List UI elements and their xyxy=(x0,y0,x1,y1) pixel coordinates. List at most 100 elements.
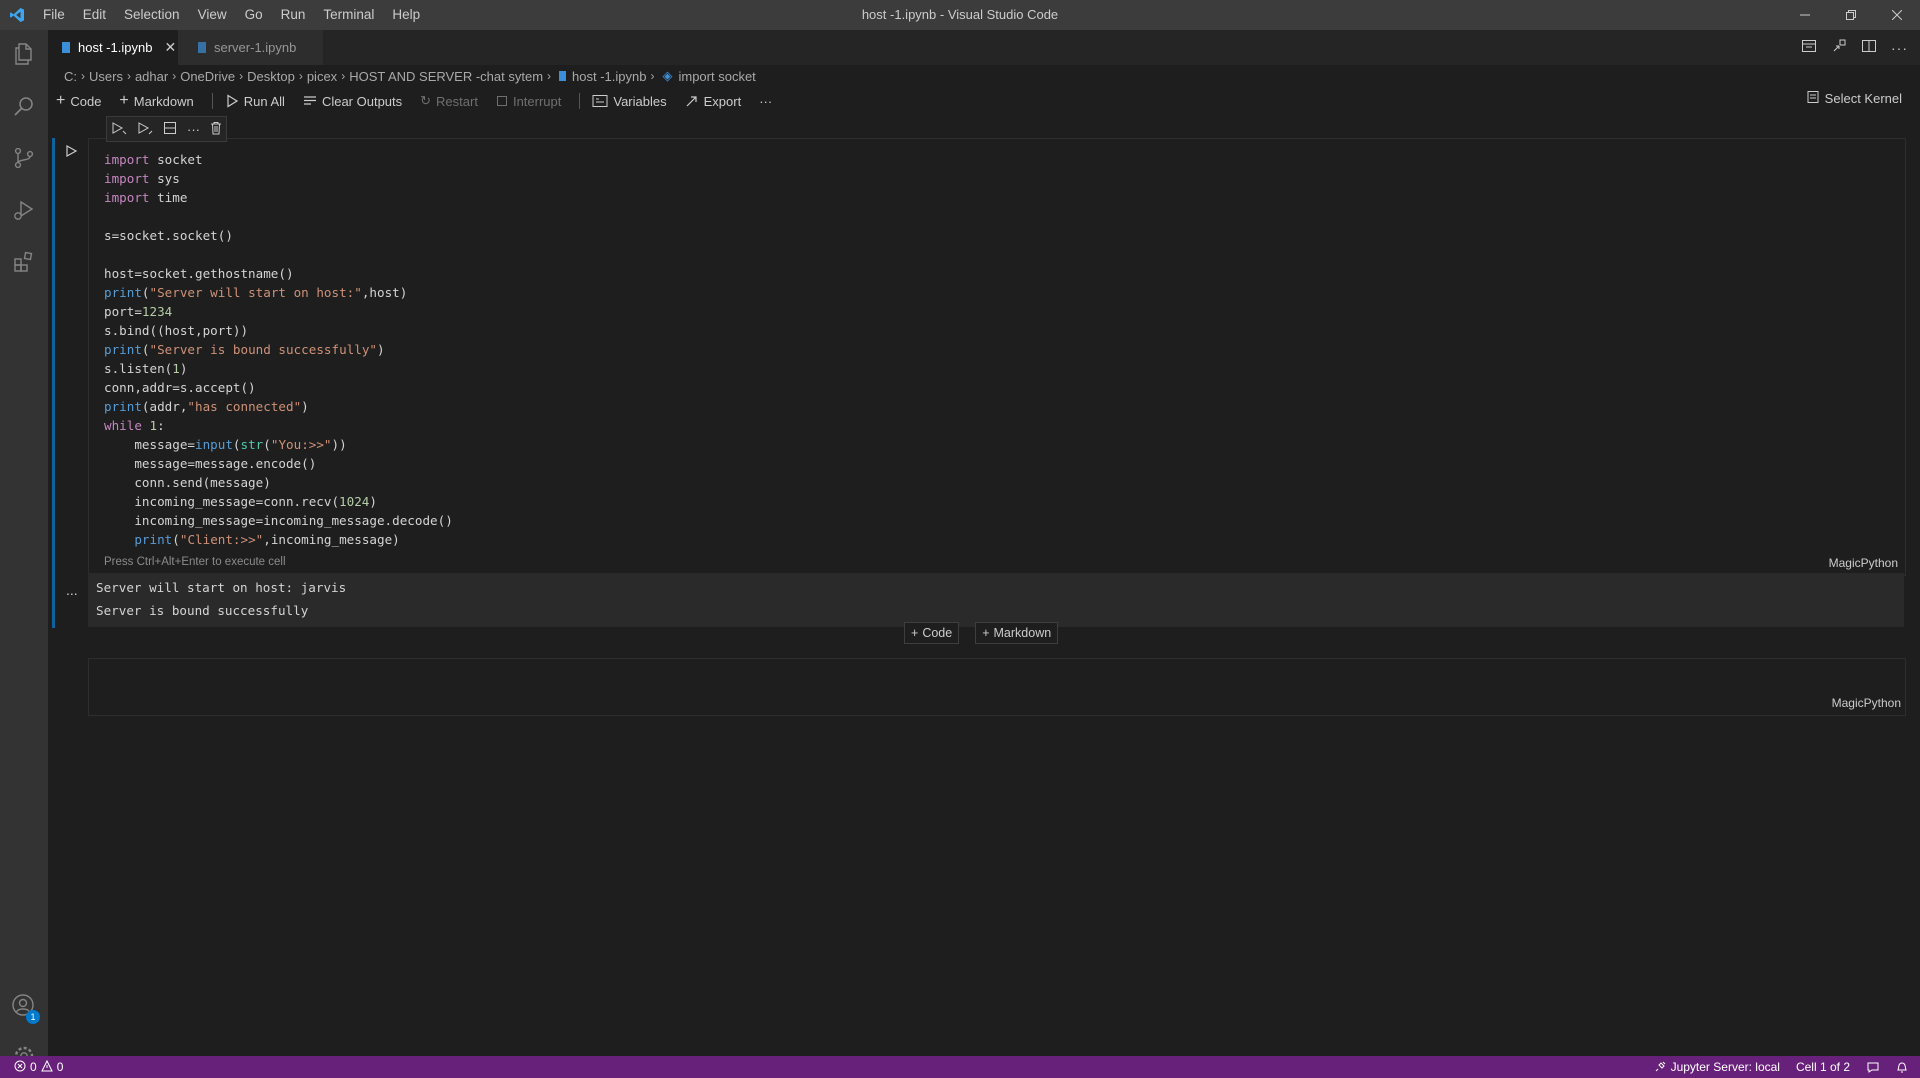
plus-icon: + xyxy=(911,626,919,640)
restore-button[interactable] xyxy=(1828,0,1874,30)
close-window-button[interactable] xyxy=(1874,0,1920,30)
chevron-right-icon: › xyxy=(341,69,346,83)
search-icon[interactable] xyxy=(0,82,48,130)
clear-outputs-button[interactable]: Clear Outputs xyxy=(303,94,402,109)
menu-selection[interactable]: Selection xyxy=(115,0,189,30)
window-controls xyxy=(1782,0,1920,30)
accounts-icon[interactable]: 1 xyxy=(0,982,48,1030)
add-markdown-cell-button[interactable]: + Markdown xyxy=(119,92,193,110)
close-tab-icon[interactable]: ✕ xyxy=(164,39,176,56)
tab-server-1[interactable]: server-1.ipynb xyxy=(178,30,323,65)
menu-terminal[interactable]: Terminal xyxy=(314,0,383,30)
restart-button[interactable]: ↻ Restart xyxy=(420,93,478,109)
editor-tab-bar: host -1.ipynb ✕ server-1.ipynb ··· xyxy=(48,30,1920,65)
plus-icon: + xyxy=(982,626,990,640)
notebook-layout-icon[interactable] xyxy=(1801,38,1817,57)
chevron-right-icon: › xyxy=(298,69,303,83)
ellipsis-icon: ··· xyxy=(759,93,773,109)
run-cell-button[interactable] xyxy=(64,144,78,161)
plus-icon: + xyxy=(56,92,66,109)
stop-icon xyxy=(496,95,508,107)
variables-icon xyxy=(592,94,608,108)
extensions-icon[interactable] xyxy=(0,238,48,286)
menu-edit[interactable]: Edit xyxy=(74,0,115,30)
empty-code-cell[interactable]: MagicPython xyxy=(88,658,1906,716)
cell-toolbar: ··· xyxy=(106,116,227,142)
breadcrumb-item[interactable]: Desktop xyxy=(247,69,295,84)
feedback-icon[interactable] xyxy=(1858,1060,1888,1074)
tab-label: server-1.ipynb xyxy=(214,40,297,55)
code-editor-content[interactable]: import socket import sys import time s=s… xyxy=(104,150,453,549)
restart-icon: ↻ xyxy=(420,93,432,108)
minimize-button[interactable] xyxy=(1782,0,1828,30)
accounts-badge: 1 xyxy=(26,1010,40,1024)
insert-code-cell-button[interactable]: + Code xyxy=(904,622,960,644)
title-bar: File Edit Selection View Go Run Terminal Help h… xyxy=(0,0,1920,30)
notebook-toolbar: + Code + Markdown Run All Clear Outputs ↻ R… xyxy=(56,90,1906,112)
jupyter-server-status[interactable]: Jupyter Server: local xyxy=(1647,1060,1788,1075)
plus-icon: + xyxy=(119,92,129,109)
toolbar-divider xyxy=(211,93,213,109)
variables-button[interactable]: Variables xyxy=(592,94,667,109)
insert-cell-buttons: + Code + Markdown xyxy=(904,622,1059,644)
export-icon xyxy=(685,94,699,108)
breadcrumb: C: › Users › adhar › OneDrive › Desktop › pic… xyxy=(64,66,756,86)
menu-view[interactable]: View xyxy=(189,0,236,30)
run-below-icon[interactable] xyxy=(137,121,153,138)
menu-go[interactable]: Go xyxy=(236,0,272,30)
breadcrumb-item[interactable]: adhar xyxy=(135,69,168,84)
problems-status[interactable]: 0 0 xyxy=(0,1059,71,1075)
explorer-icon[interactable] xyxy=(0,30,48,78)
chevron-right-icon: › xyxy=(172,69,177,83)
split-editor-icon[interactable] xyxy=(1861,38,1877,57)
tab-host-1[interactable]: host -1.ipynb ✕ xyxy=(48,30,178,65)
insert-markdown-cell-button[interactable]: + Markdown xyxy=(975,622,1059,644)
notifications-bell-icon[interactable] xyxy=(1888,1060,1920,1074)
breadcrumb-item[interactable]: C: xyxy=(64,69,77,84)
more-toolbar-actions-button[interactable]: ··· xyxy=(759,94,772,109)
breadcrumb-item[interactable]: import socket xyxy=(678,69,755,84)
delete-cell-icon[interactable] xyxy=(210,121,222,138)
cell-language-label[interactable]: MagicPython xyxy=(1832,696,1901,710)
source-control-icon[interactable] xyxy=(0,134,48,182)
more-cell-actions-icon[interactable]: ··· xyxy=(187,122,200,137)
menu-run[interactable]: Run xyxy=(272,0,315,30)
output-more-icon[interactable]: ... xyxy=(66,582,78,598)
kernel-icon xyxy=(1807,90,1819,107)
chevron-right-icon: › xyxy=(126,69,131,83)
symbol-icon: ◈ xyxy=(662,68,673,83)
add-code-cell-button[interactable]: + Code xyxy=(56,92,101,110)
warning-icon xyxy=(40,1059,53,1075)
breadcrumb-item[interactable]: picex xyxy=(307,69,337,84)
breadcrumb-item[interactable]: HOST AND SERVER -chat sytem xyxy=(349,69,543,84)
editor-actions: ··· xyxy=(1801,30,1908,65)
execute-cell-hint: Press Ctrl+Alt+Enter to execute cell xyxy=(104,556,286,568)
breadcrumb-item[interactable]: OneDrive xyxy=(180,69,235,84)
menu-help[interactable]: Help xyxy=(383,0,429,30)
split-cell-icon[interactable] xyxy=(163,121,177,138)
run-all-icon xyxy=(225,94,239,108)
breadcrumb-item[interactable]: Users xyxy=(89,69,123,84)
run-debug-icon[interactable] xyxy=(0,186,48,234)
toolbar-divider xyxy=(579,93,581,109)
select-kernel-button[interactable]: Select Kernel xyxy=(1807,90,1902,107)
activity-bar: 1 xyxy=(0,30,48,1066)
cell-focus-indicator xyxy=(52,138,55,628)
run-all-button[interactable]: Run All xyxy=(225,94,285,109)
status-bar: 0 0 Jupyter Server: local Cell 1 of 2 xyxy=(0,1056,1920,1078)
export-button[interactable]: Export xyxy=(685,94,741,109)
notebook-file-icon xyxy=(559,71,567,81)
cell-language-label[interactable]: MagicPython xyxy=(1829,556,1898,570)
menu-bar: File Edit Selection View Go Run Terminal Help xyxy=(34,0,429,30)
breadcrumb-item[interactable]: host -1.ipynb xyxy=(572,69,646,84)
clear-all-icon xyxy=(303,94,317,108)
open-changes-icon[interactable] xyxy=(1831,38,1847,57)
cell-position-status[interactable]: Cell 1 of 2 xyxy=(1788,1060,1858,1074)
notebook-file-icon xyxy=(198,42,206,53)
menu-file[interactable]: File xyxy=(34,0,74,30)
output-line: Server will start on host: jarvis xyxy=(96,580,347,595)
more-actions-icon[interactable]: ··· xyxy=(1891,40,1908,56)
interrupt-button[interactable]: Interrupt xyxy=(496,94,561,109)
tab-label: host -1.ipynb xyxy=(78,40,153,55)
run-above-icon[interactable] xyxy=(111,121,127,138)
